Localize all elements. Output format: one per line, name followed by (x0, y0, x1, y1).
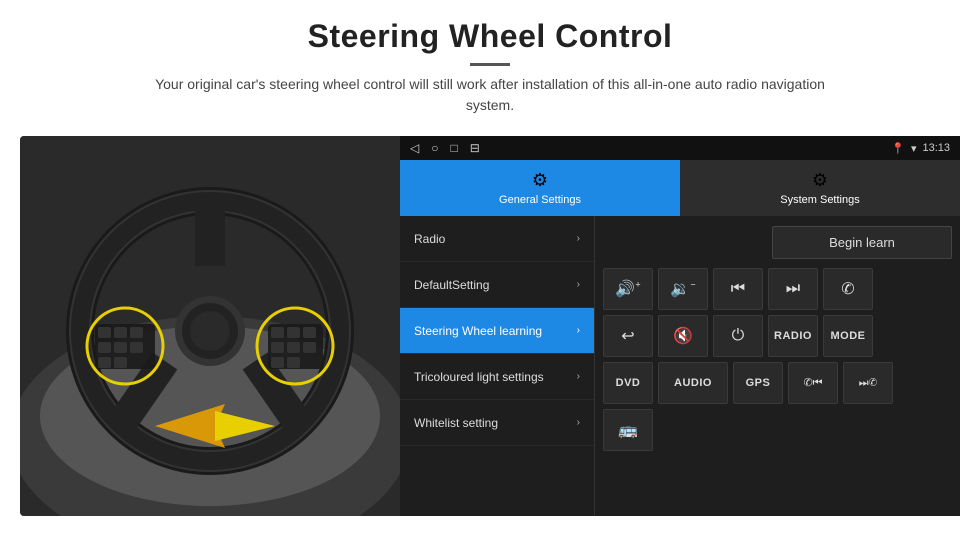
tab-system-settings[interactable]: ⚙ System Settings (680, 160, 960, 216)
prev-track-icon: ⏮ (731, 280, 745, 298)
controls-area: Begin learn 🔊+ 🔉− ⏮ ⏭ (595, 216, 960, 516)
menu-item-radio[interactable]: Radio › (400, 216, 594, 262)
transport-button[interactable]: 🚌 (603, 409, 653, 451)
menu-item-radio-label: Radio (414, 232, 445, 246)
ctrl-row-3: DVD AUDIO GPS ✆⏮ ⏭✆ (603, 362, 952, 404)
phone-button[interactable]: ✆ (823, 268, 873, 310)
page-subtitle: Your original car's steering wheel contr… (140, 74, 840, 116)
status-bar-right: 📍 ▾ 13:13 (891, 142, 950, 155)
power-icon: ⏻ (732, 327, 745, 345)
title-divider (470, 63, 510, 66)
menu-list: Radio › DefaultSetting › Steering Wheel … (400, 216, 595, 516)
chevron-icon: › (577, 417, 580, 428)
ctrl-row-4: 🚌 (603, 409, 952, 451)
next-track-button[interactable]: ⏭ (768, 268, 818, 310)
next-track-icon: ⏭ (786, 280, 800, 298)
mode-label: MODE (831, 330, 866, 342)
dvd-label: DVD (616, 377, 641, 389)
menu-item-default-label: DefaultSetting (414, 278, 489, 292)
volume-up-button[interactable]: 🔊+ (603, 268, 653, 310)
begin-learn-button[interactable]: Begin learn (772, 226, 952, 259)
general-settings-icon: ⚙ (532, 170, 548, 191)
chevron-icon: › (577, 325, 580, 336)
menu-item-tricolour[interactable]: Tricoloured light settings › (400, 354, 594, 400)
chevron-icon: › (577, 279, 580, 290)
ctrl-row-2: ↩ 🔇 ⏻ RADIO MODE (603, 315, 952, 357)
recents-icon[interactable]: □ (450, 141, 457, 155)
menu-item-whitelist-label: Whitelist setting (414, 416, 498, 430)
begin-learn-row: Begin learn (603, 222, 952, 263)
radio-label: RADIO (774, 330, 812, 342)
gps-label: GPS (746, 377, 771, 389)
main-content: ◁ ○ □ ⊟ 📍 ▾ 13:13 ⚙ General Settings ⚙ S… (20, 136, 960, 516)
clock: 13:13 (922, 142, 950, 154)
menu-item-default[interactable]: DefaultSetting › (400, 262, 594, 308)
menu-item-whitelist[interactable]: Whitelist setting › (400, 400, 594, 446)
volume-down-button[interactable]: 🔉− (658, 268, 708, 310)
tab-general-settings[interactable]: ⚙ General Settings (400, 160, 680, 216)
back-icon[interactable]: ◁ (410, 141, 419, 155)
wifi-icon: ▾ (911, 142, 917, 155)
phone-prev-icon: ✆⏮ (803, 376, 822, 390)
power-button[interactable]: ⏻ (713, 315, 763, 357)
page-header: Steering Wheel Control Your original car… (0, 0, 980, 126)
home-icon[interactable]: ○ (431, 141, 438, 155)
mute-button[interactable]: 🔇 (658, 315, 708, 357)
gps-button[interactable]: GPS (733, 362, 783, 404)
head-unit-panel: ◁ ○ □ ⊟ 📍 ▾ 13:13 ⚙ General Settings ⚙ S… (400, 136, 960, 516)
audio-label: AUDIO (674, 377, 712, 389)
menu-item-steering-label: Steering Wheel learning (414, 324, 542, 338)
system-settings-icon: ⚙ (812, 170, 828, 191)
next-phone-button[interactable]: ⏭✆ (843, 362, 893, 404)
chevron-icon: › (577, 371, 580, 382)
location-icon: 📍 (891, 142, 905, 155)
mute-icon: 🔇 (673, 326, 693, 346)
status-bar-nav-icons: ◁ ○ □ ⊟ (410, 141, 480, 155)
menu-item-steering[interactable]: Steering Wheel learning › (400, 308, 594, 354)
status-bar: ◁ ○ □ ⊟ 📍 ▾ 13:13 (400, 136, 960, 160)
ctrl-row-1: 🔊+ 🔉− ⏮ ⏭ ✆ (603, 268, 952, 310)
radio-button[interactable]: RADIO (768, 315, 818, 357)
phone-icon: ✆ (841, 279, 854, 299)
menu-icon[interactable]: ⊟ (470, 141, 480, 155)
steering-wheel-svg (20, 136, 400, 516)
steering-wheel-image (20, 136, 400, 516)
phone-prev-button[interactable]: ✆⏮ (788, 362, 838, 404)
transport-icon: 🚌 (618, 420, 638, 440)
page-title: Steering Wheel Control (60, 18, 920, 55)
tab-general-label: General Settings (499, 194, 581, 206)
menu-item-tricolour-label: Tricoloured light settings (414, 370, 544, 384)
tab-system-label: System Settings (780, 194, 859, 206)
tab-bar: ⚙ General Settings ⚙ System Settings (400, 160, 960, 216)
prev-track-button[interactable]: ⏮ (713, 268, 763, 310)
chevron-icon: › (577, 233, 580, 244)
volume-down-icon: 🔉− (670, 279, 695, 299)
hangup-icon: ↩ (621, 326, 634, 346)
dvd-button[interactable]: DVD (603, 362, 653, 404)
mode-button[interactable]: MODE (823, 315, 873, 357)
settings-area: Radio › DefaultSetting › Steering Wheel … (400, 216, 960, 516)
next-phone-icon: ⏭✆ (859, 377, 878, 390)
volume-up-icon: 🔊+ (615, 279, 640, 299)
audio-button[interactable]: AUDIO (658, 362, 728, 404)
hangup-button[interactable]: ↩ (603, 315, 653, 357)
